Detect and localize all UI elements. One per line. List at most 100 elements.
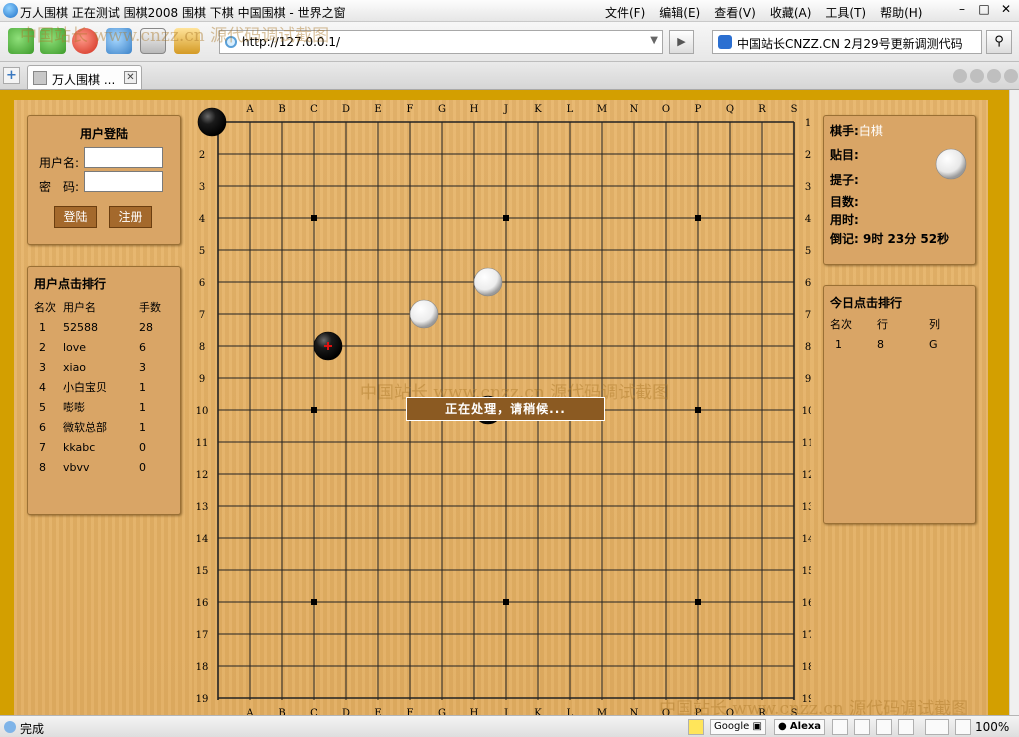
column-label: J (503, 104, 508, 115)
processing-message: 正在处理，请稍候... (406, 397, 605, 421)
komi-label: 贴目: (830, 148, 859, 162)
table-header: 手数 (139, 301, 161, 314)
globe-icon (225, 36, 237, 48)
menu-file[interactable]: 文件(F) (605, 4, 645, 21)
countdown-value: 9时 23分 52秒 (863, 232, 950, 246)
notes-icon[interactable] (688, 719, 704, 735)
restore-button[interactable]: □ (977, 2, 991, 16)
refresh-icon[interactable] (106, 28, 132, 54)
rank-cell: 5 (39, 400, 46, 414)
column-label: C (310, 708, 318, 715)
favorites-icon[interactable] (140, 28, 166, 54)
row-label: 6 (199, 278, 205, 289)
left-panel: 用户登陆 用户名: 密 码: 登陆 注册 用户点击排行 名次 用户名 手数 15… (14, 100, 194, 715)
search-input[interactable]: 中国站长CNZZ.CN 2月29号更新调测代码 (712, 30, 982, 54)
column-label: K (534, 104, 542, 115)
username-field[interactable] (84, 147, 163, 168)
go-button[interactable]: ▶ (669, 30, 694, 54)
table-header: 列 (929, 318, 940, 331)
alexa-button[interactable]: ● Alexa (774, 719, 826, 735)
tab-list-icon[interactable] (953, 69, 967, 83)
vertical-scrollbar[interactable] (1009, 90, 1019, 715)
menu-favorites[interactable]: 收藏(A) (770, 4, 812, 21)
row-label: 12 (196, 470, 209, 481)
sound-icon[interactable] (898, 719, 914, 735)
username-label: 用户名: (39, 156, 80, 170)
row-label: 18 (802, 662, 811, 673)
column-label: N (630, 104, 639, 115)
menu-help[interactable]: 帮助(H) (880, 4, 922, 21)
stop-icon[interactable] (72, 28, 98, 54)
address-text[interactable]: http://127.0.0.1/ (242, 35, 340, 49)
rank-cell: 2 (39, 340, 46, 354)
moves-cell: 28 (139, 320, 153, 334)
close-tab-icon[interactable]: ✕ (124, 71, 137, 84)
star-point (503, 599, 509, 605)
row-label: 14 (196, 534, 209, 545)
today-ranking-title: 今日点击排行 (830, 296, 903, 310)
search-engine-icon[interactable] (718, 35, 732, 49)
new-tab-button[interactable]: + (3, 67, 20, 84)
page-icon (33, 71, 47, 85)
rank-cell: 4 (39, 380, 46, 394)
user-ranking-box: 用户点击排行 名次 用户名 手数 1 52588 28 2 love 6 3 xiao 3 … (27, 266, 181, 515)
tab-bar: + 万人围棋 ... ✕ (0, 62, 1019, 90)
moves-cell: 0 (139, 460, 146, 474)
chevron-down-icon[interactable]: ▼ (650, 35, 658, 46)
row-label: 13 (802, 502, 811, 513)
captured-label: 提子: (830, 173, 859, 187)
search-text[interactable]: 中国站长CNZZ.CN 2月29号更新调测代码 (737, 35, 963, 52)
login-button[interactable]: 登陆 (54, 206, 97, 228)
user-ranking-table: 名次 用户名 手数 1 52588 28 2 love 6 3 xiao 3 4 小白宝贝 1 … (34, 297, 179, 477)
status-text: 完成 (20, 722, 45, 736)
address-bar[interactable]: http://127.0.0.1/ ▼ (219, 30, 663, 54)
screen-icon[interactable] (832, 719, 848, 735)
register-button[interactable]: 注册 (109, 206, 152, 228)
search-button[interactable]: ⚲ (986, 30, 1012, 54)
column-label: P (695, 104, 702, 115)
table-header: 用户名 (63, 301, 96, 314)
security-icon[interactable] (925, 719, 949, 735)
web-page: 用户登陆 用户名: 密 码: 登陆 注册 用户点击排行 名次 用户名 手数 15… (0, 90, 1009, 715)
close-window-button[interactable]: ✕ (999, 2, 1013, 16)
tab-active[interactable]: 万人围棋 ... ✕ (27, 65, 142, 89)
row-label: 16 (802, 598, 811, 609)
minimize-button[interactable]: – (955, 2, 969, 16)
user-ranking-title: 用户点击排行 (34, 277, 107, 291)
tab-menu-icon[interactable] (1004, 69, 1018, 83)
player-value: 白棋 (858, 124, 883, 138)
moves-cell: 6 (139, 340, 146, 354)
moves-cell: 3 (139, 360, 146, 374)
menu-view[interactable]: 查看(V) (714, 4, 756, 21)
row-label: 8 (199, 342, 205, 353)
menu-edit[interactable]: 编辑(E) (659, 4, 700, 21)
page-status-icon (4, 721, 16, 733)
forward-icon[interactable] (40, 28, 66, 54)
back-icon[interactable] (8, 28, 34, 54)
password-field[interactable] (84, 171, 163, 192)
column-label: O (662, 104, 670, 115)
tab-scroll-right-icon[interactable] (987, 69, 1001, 83)
star-point (311, 407, 317, 413)
column-label: P (695, 708, 702, 715)
rank-cell: 8 (39, 460, 46, 474)
google-toolbar-button[interactable]: Google ▣ (710, 719, 766, 735)
row-label: 11 (196, 438, 209, 449)
right-panel: 棋手:白棋 贴目: 提子: 目数: 用时: 倒记: 9时 23分 52秒 今日点… (811, 100, 988, 715)
column-label: D (342, 104, 350, 115)
menu-tools[interactable]: 工具(T) (825, 4, 866, 21)
row-label: 13 (196, 502, 209, 513)
tools-icon[interactable] (854, 719, 870, 735)
column-label: M (597, 708, 607, 715)
tab-scroll-left-icon[interactable] (970, 69, 984, 83)
count-label: 目数: (830, 195, 859, 209)
username-cell: vbvv (63, 460, 90, 474)
status-bar: 完成 Google ▣ ● Alexa 100% (0, 715, 1019, 737)
zoom-level[interactable]: 100% (975, 720, 1009, 734)
column-label: J (503, 708, 508, 715)
username-cell: kkabc (63, 440, 96, 454)
zoom-icon[interactable] (955, 719, 971, 735)
moves-cell: 1 (139, 400, 146, 414)
home-icon[interactable] (174, 28, 200, 54)
download-icon[interactable] (876, 719, 892, 735)
